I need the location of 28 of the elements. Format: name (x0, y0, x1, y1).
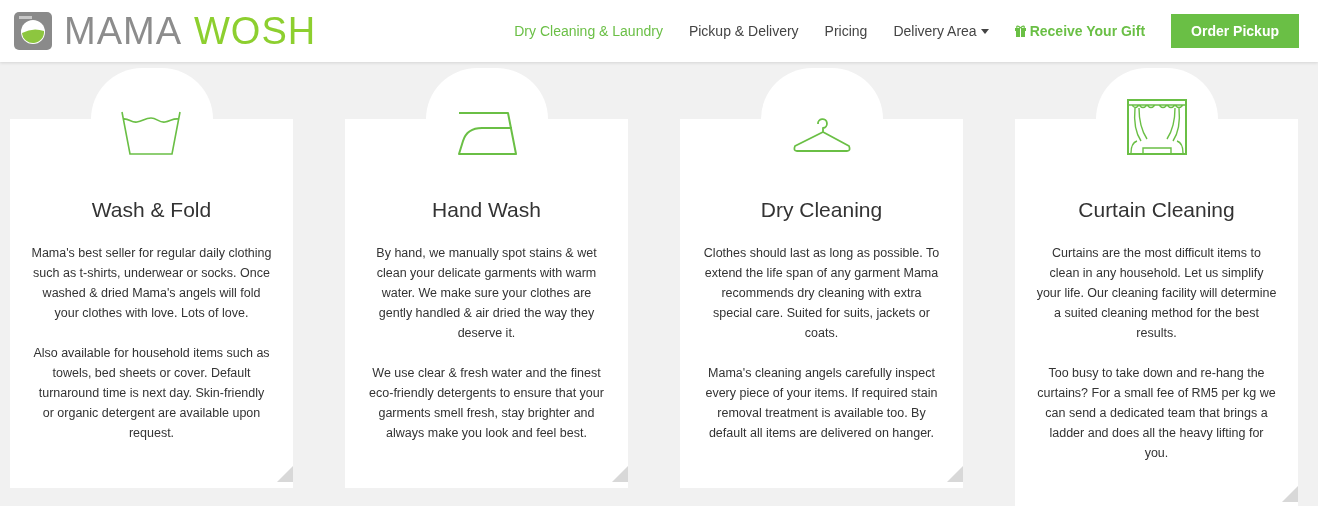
card-title: Wash & Fold (91, 197, 212, 223)
card-title: Curtain Cleaning (1078, 197, 1235, 223)
page-fold-icon (1282, 486, 1298, 502)
card-title: Dry Cleaning (760, 197, 883, 223)
washing-tub-icon (120, 111, 183, 155)
logo-icon (14, 12, 52, 50)
card-text: Curtains are the most difficult items to clean in any household. Let us simplify your life. Our cleaning facility will determine a suited cleaning method for the best results. (1036, 245, 1277, 342)
caret-icon (980, 28, 989, 34)
nav-link[interactable]: Pickup & Delivery (688, 20, 799, 42)
logo-text: WOSH (194, 12, 317, 50)
card-text: By hand, we manually spot stains & wet clean your delicate garments with warm water. We make sure your clothes are gently handled & air dried the way they deserve it. (375, 245, 598, 342)
card-title: Hand Wash (432, 197, 541, 223)
iron-icon (456, 111, 517, 155)
curtain-icon (1126, 99, 1187, 155)
card-text: Too busy to take down and re-hang the curtains? For a small fee of RM5 per kg we can send a dedicated team that brings a ladder and does all the heavy lifting for you. (1036, 365, 1277, 462)
page-fold-icon (277, 466, 293, 482)
card-text: Also available for household items such as towels, bed sheets or cover. Default turnaround time is next day. Skin-friendly or organic detergent are available upon request. (32, 345, 271, 442)
gift-icon (1014, 25, 1026, 37)
page-fold-icon (947, 466, 963, 482)
card-text: Mama's cleaning angels carefully inspect every piece of your items. If required stain removal treatment is available too. By default all items are delivered on hanger. (704, 365, 939, 442)
card-text: We use clear & fresh water and the finest eco-friendly detergents to ensure that your garments smell fresh, stay brighter and always make you look and feel best. (368, 365, 605, 442)
logo-text: MAMA (64, 12, 182, 50)
nav-link[interactable]: Pricing (824, 20, 868, 42)
card-text: Mama's best seller for regular daily clothing such as t-shirts, underwear or socks. Once washed & dried Mama's angels will fold your clothes with love. Lots of love. (31, 245, 272, 322)
hanger-icon (791, 115, 852, 155)
nav-dropdown[interactable]: Delivery Area (893, 20, 989, 42)
card-text: Clothes should last as long as possible. To extend the life span of any garment Mama recommends dry cleaning with extra special care. Suited for suits, jackets or coats. (702, 245, 941, 342)
page-fold-icon (612, 466, 628, 482)
